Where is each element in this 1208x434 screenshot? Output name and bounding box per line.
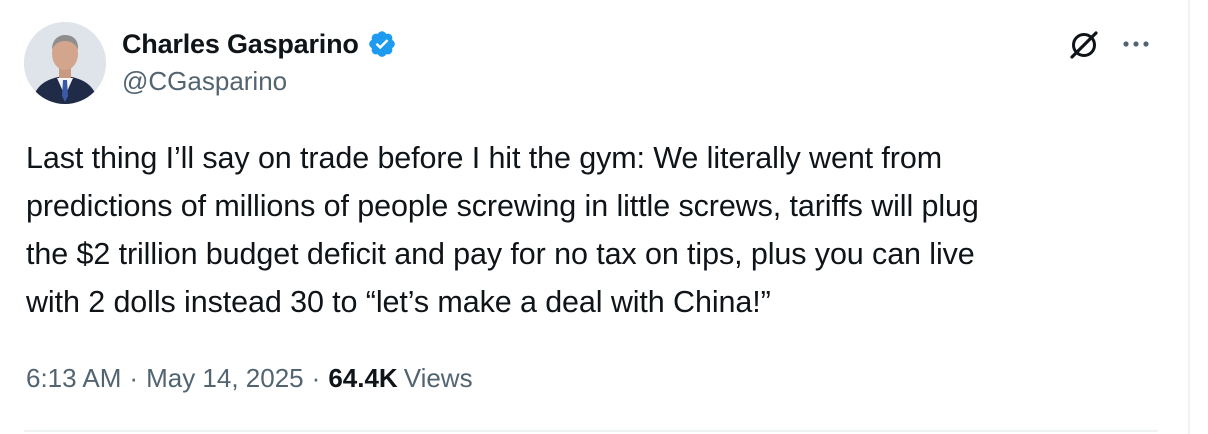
more-options-icon[interactable] <box>1118 30 1154 58</box>
tweet-text: Last thing I’ll say on trade before I hi… <box>26 134 1166 326</box>
author-display-name[interactable]: Charles Gasparino <box>122 29 359 60</box>
grok-icon[interactable] <box>1066 27 1102 63</box>
author-handle[interactable]: @CGasparino <box>122 66 287 97</box>
tweet-time[interactable]: 6:13 AM <box>26 363 121 394</box>
meta-separator: · <box>129 362 139 393</box>
avatar-image <box>24 22 106 104</box>
tweet-text-line: with 2 dolls instead 30 to “let’s make a… <box>26 285 771 319</box>
avatar[interactable] <box>24 22 106 104</box>
verified-badge-icon[interactable] <box>367 29 397 59</box>
right-border <box>1188 0 1190 434</box>
tweet-date[interactable]: May 14, 2025 <box>146 363 304 394</box>
tweet-text-line: Last thing I’ll say on trade before I hi… <box>26 141 943 175</box>
bottom-divider <box>24 430 1158 432</box>
tweet-text-line: the $2 trillion budget deficit and pay f… <box>26 237 975 271</box>
views-label: Views <box>403 362 473 393</box>
meta-separator: · <box>311 362 321 393</box>
tweet-text-line: predictions of millions of people screwi… <box>26 189 979 223</box>
views-count: 64.4K <box>328 362 398 393</box>
tweet-metadata: 6:13 AM · May 14, 2025 · 64.4K Views <box>26 358 473 398</box>
author-name-row: Charles Gasparino <box>122 24 397 64</box>
